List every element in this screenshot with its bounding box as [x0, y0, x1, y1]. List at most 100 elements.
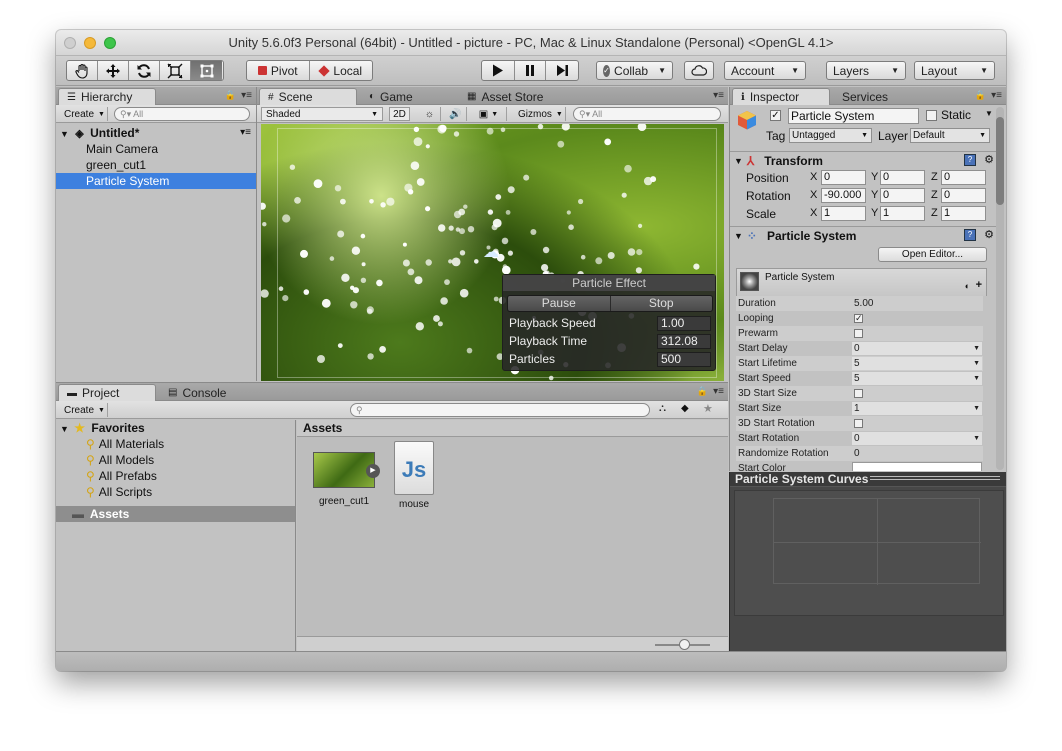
panel-menu-icon[interactable]: ▾≡ [241, 90, 252, 101]
tab-console[interactable]: ▤ Console [160, 384, 234, 401]
tab-project[interactable]: ▬ Project [58, 384, 156, 401]
playback-time-field[interactable]: 312.08 [657, 334, 711, 349]
gear-icon[interactable]: ⚙ [984, 153, 994, 166]
close-window-button[interactable] [64, 37, 76, 49]
particle-property-field[interactable]: 0 ▼ [852, 432, 982, 445]
object-name-field[interactable]: Particle System [788, 108, 919, 124]
hierarchy-item[interactable]: Main Camera [56, 141, 256, 157]
lock-icon[interactable]: 🔒 [697, 386, 708, 397]
tab-game[interactable]: ◐ Game [361, 88, 421, 105]
particle-property-field[interactable]: 0 ▼ [852, 342, 982, 355]
audio-toggle[interactable]: 🔊 [445, 107, 467, 121]
static-dropdown-chevron-icon[interactable]: ▼ [985, 109, 993, 118]
pivot-button[interactable]: Pivot [247, 61, 310, 80]
project-create-dropdown[interactable]: Create ▼ [60, 403, 108, 417]
transform-position-z-field[interactable]: 0 [941, 170, 986, 185]
transform-scale-x-field[interactable]: 1 [821, 206, 866, 221]
lighting-toggle[interactable]: ☼ [419, 107, 441, 121]
scrollbar-thumb[interactable] [996, 117, 1004, 205]
tab-asset-store[interactable]: ▦ Asset Store [459, 88, 551, 105]
help-book-icon[interactable]: ? [964, 154, 976, 166]
shading-mode-dropdown[interactable]: Shaded ▼ [261, 107, 383, 121]
tab-services[interactable]: Services [834, 88, 896, 105]
collab-dropdown[interactable]: ✓ Collab ▼ [596, 61, 673, 80]
pause-button[interactable] [515, 61, 547, 80]
transform-rotation-y-field[interactable]: 0 [880, 188, 925, 203]
gear-icon[interactable]: ⚙ [984, 228, 994, 241]
asset-item-mouse[interactable]: Js mouse [389, 441, 439, 513]
favorites-item[interactable]: ⚲ All Scripts [56, 484, 295, 500]
hierarchy-search-input[interactable]: ⚲▾ All [114, 107, 250, 121]
favorite-star-icon[interactable]: ★ [703, 402, 713, 415]
lock-icon[interactable]: 🔒 [225, 90, 236, 101]
start-color-swatch[interactable] [852, 462, 982, 471]
tab-scene[interactable]: # Scene [259, 88, 357, 105]
particle-system-header[interactable]: ▼ ⁘ Particle System ? ⚙ [730, 226, 996, 244]
curves-graph[interactable] [734, 490, 1004, 616]
warning-icon[interactable]: ◐ [965, 281, 970, 291]
favorites-item[interactable]: ⚲ All Prefabs [56, 468, 295, 484]
open-editor-button[interactable]: Open Editor... [878, 247, 987, 262]
particle-property-checkbox[interactable] [854, 389, 863, 398]
scale-tool-button[interactable] [160, 61, 191, 80]
drag-handle[interactable] [870, 476, 1000, 480]
favorites-item[interactable]: ⚲ All Models [56, 452, 295, 468]
move-tool-button[interactable] [98, 61, 129, 80]
active-checkbox[interactable]: ✓ [770, 110, 781, 121]
favorites-row[interactable]: ▼ ★ Favorites [56, 420, 295, 436]
zoom-window-button[interactable] [104, 37, 116, 49]
hierarchy-item[interactable]: green_cut1 [56, 157, 256, 173]
transform-scale-y-field[interactable]: 1 [880, 206, 925, 221]
panel-menu-icon[interactable]: ▾≡ [713, 90, 724, 101]
filter-by-label-icon[interactable]: ◆ [681, 403, 689, 414]
particle-property-field[interactable]: 0 [852, 447, 982, 460]
play-button[interactable] [482, 61, 515, 80]
local-button[interactable]: Local [310, 61, 373, 80]
layer-dropdown[interactable]: Default ▼ [910, 128, 990, 143]
particle-module-header[interactable]: Particle System ◐ + [736, 268, 987, 296]
minimize-window-button[interactable] [84, 37, 96, 49]
hierarchy-item[interactable]: Particle System [56, 173, 256, 189]
favorites-item[interactable]: ⚲ All Materials [56, 436, 295, 452]
rotate-tool-button[interactable] [129, 61, 160, 80]
static-checkbox[interactable] [926, 110, 937, 121]
particle-property-field[interactable]: 1 ▼ [852, 402, 982, 415]
particle-property-checkbox[interactable]: ✓ [854, 314, 863, 323]
panel-menu-icon[interactable]: ▾≡ [991, 90, 1002, 101]
particle-property-checkbox[interactable] [854, 329, 863, 338]
particle-property-checkbox[interactable] [854, 419, 863, 428]
rect-tool-button[interactable] [191, 61, 222, 80]
lock-icon[interactable]: 🔒 [975, 90, 986, 101]
layers-dropdown[interactable]: Layers ▼ [826, 61, 906, 80]
help-book-icon[interactable]: ? [964, 229, 976, 241]
particle-property-field[interactable]: 5 ▼ [852, 372, 982, 385]
step-button[interactable] [546, 61, 578, 80]
tab-hierarchy[interactable]: ☰ Hierarchy [58, 88, 156, 105]
playback-speed-field[interactable]: 1.00 [657, 316, 711, 331]
add-module-icon[interactable]: + [976, 279, 982, 291]
transform-position-x-field[interactable]: 0 [821, 170, 866, 185]
effects-dropdown[interactable]: ▣ ▼ [471, 107, 507, 121]
transform-rotation-z-field[interactable]: 0 [941, 188, 986, 203]
particle-stop-button[interactable]: Stop [611, 296, 713, 311]
hand-tool-button[interactable] [67, 61, 98, 80]
transform-position-y-field[interactable]: 0 [880, 170, 925, 185]
cloud-button[interactable] [684, 61, 714, 80]
transform-rotation-x-field[interactable]: -90.000 [821, 188, 866, 203]
asset-item-green-cut1[interactable]: ▶ green_cut1 [313, 441, 380, 513]
tab-inspector[interactable]: ℹ Inspector [732, 88, 830, 105]
particle-emitter-gizmo-icon[interactable]: ☁ [483, 242, 499, 262]
2d-toggle[interactable]: 2D [389, 107, 410, 121]
tag-dropdown[interactable]: Untagged ▼ [789, 128, 872, 143]
particle-property-field[interactable]: 5.00 [852, 297, 982, 310]
gizmos-dropdown[interactable]: Gizmos ▼ [514, 107, 566, 121]
filter-by-type-icon[interactable]: ⛬ [659, 403, 666, 414]
inspector-scrollbar[interactable] [996, 107, 1004, 470]
scene-menu-icon[interactable]: ▾≡ [240, 125, 251, 141]
particle-pause-button[interactable]: Pause [508, 296, 611, 311]
transform-header[interactable]: ▼ ⅄ Transform ? ⚙ [730, 151, 996, 169]
scene-root-row[interactable]: ▼ ◈ Untitled* ▾≡ [56, 125, 256, 141]
particle-property-field[interactable]: 5 ▼ [852, 357, 982, 370]
account-dropdown[interactable]: Account ▼ [724, 61, 806, 80]
scene-view[interactable]: ☁ Particle Effect Pause Stop Playback Sp… [261, 124, 724, 381]
